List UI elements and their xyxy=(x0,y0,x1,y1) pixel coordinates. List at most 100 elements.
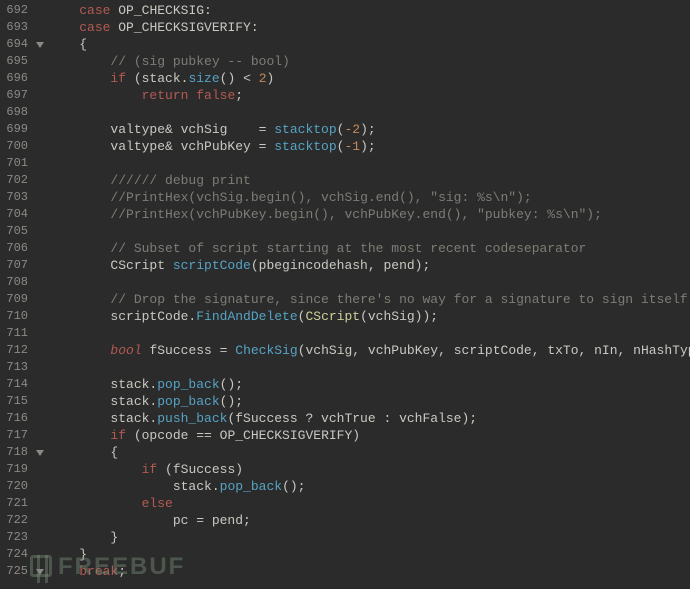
fold-cell[interactable] xyxy=(32,444,48,461)
code-line[interactable]: { xyxy=(48,444,690,461)
code-line[interactable]: break; xyxy=(48,563,690,580)
code-line[interactable]: else xyxy=(48,495,690,512)
line-number: 710 xyxy=(0,308,32,325)
code-line[interactable]: //PrintHex(vchPubKey.begin(), vchPubKey.… xyxy=(48,206,690,223)
fold-cell xyxy=(32,257,48,274)
code-line[interactable] xyxy=(48,223,690,240)
code-line[interactable]: return false; xyxy=(48,87,690,104)
code-line[interactable]: stack.pop_back(); xyxy=(48,376,690,393)
fold-cell xyxy=(32,70,48,87)
line-number: 707 xyxy=(0,257,32,274)
code-line[interactable]: CScript scriptCode(pbegincodehash, pend)… xyxy=(48,257,690,274)
code-line[interactable]: // Drop the signature, since there's no … xyxy=(48,291,690,308)
code-line[interactable]: if (stack.size() < 2) xyxy=(48,70,690,87)
fold-cell xyxy=(32,274,48,291)
line-number: 695 xyxy=(0,53,32,70)
code-line[interactable]: ////// debug print xyxy=(48,172,690,189)
code-line[interactable]: // (sig pubkey -- bool) xyxy=(48,53,690,70)
fold-cell xyxy=(32,223,48,240)
line-number: 704 xyxy=(0,206,32,223)
fold-cell xyxy=(32,189,48,206)
fold-cell xyxy=(32,512,48,529)
code-line[interactable]: pc = pend; xyxy=(48,512,690,529)
code-line[interactable]: // Subset of script starting at the most… xyxy=(48,240,690,257)
line-number: 708 xyxy=(0,274,32,291)
fold-down-icon[interactable] xyxy=(36,42,44,48)
line-number: 715 xyxy=(0,393,32,410)
code-line[interactable]: bool fSuccess = CheckSig(vchSig, vchPubK… xyxy=(48,342,690,359)
line-number: 692 xyxy=(0,2,32,19)
code-line[interactable] xyxy=(48,155,690,172)
line-number: 712 xyxy=(0,342,32,359)
fold-cell xyxy=(32,478,48,495)
line-number: 694 xyxy=(0,36,32,53)
line-number: 693 xyxy=(0,19,32,36)
code-line[interactable]: { xyxy=(48,36,690,53)
code-line[interactable]: case OP_CHECKSIG: xyxy=(48,2,690,19)
line-number: 717 xyxy=(0,427,32,444)
fold-cell xyxy=(32,546,48,563)
fold-cell xyxy=(32,359,48,376)
line-number: 701 xyxy=(0,155,32,172)
code-line[interactable] xyxy=(48,104,690,121)
fold-cell xyxy=(32,121,48,138)
line-number: 709 xyxy=(0,291,32,308)
code-line[interactable]: stack.pop_back(); xyxy=(48,393,690,410)
code-line[interactable]: if (opcode == OP_CHECKSIGVERIFY) xyxy=(48,427,690,444)
fold-cell xyxy=(32,155,48,172)
line-number: 702 xyxy=(0,172,32,189)
fold-cell xyxy=(32,138,48,155)
line-number: 716 xyxy=(0,410,32,427)
fold-column[interactable] xyxy=(32,0,48,580)
fold-cell xyxy=(32,393,48,410)
line-number: 711 xyxy=(0,325,32,342)
line-number: 697 xyxy=(0,87,32,104)
line-number: 719 xyxy=(0,461,32,478)
code-line[interactable]: //PrintHex(vchSig.begin(), vchSig.end(),… xyxy=(48,189,690,206)
line-number: 721 xyxy=(0,495,32,512)
fold-cell[interactable] xyxy=(32,563,48,580)
line-number: 698 xyxy=(0,104,32,121)
fold-cell xyxy=(32,342,48,359)
code-editor[interactable]: 6926936946956966976986997007017027037047… xyxy=(0,0,690,580)
fold-cell xyxy=(32,410,48,427)
line-number-gutter: 6926936946956966976986997007017027037047… xyxy=(0,0,32,580)
fold-cell xyxy=(32,206,48,223)
fold-down-icon[interactable] xyxy=(36,569,44,575)
fold-cell xyxy=(32,291,48,308)
fold-cell xyxy=(32,19,48,36)
fold-cell xyxy=(32,2,48,19)
line-number: 705 xyxy=(0,223,32,240)
code-line[interactable]: } xyxy=(48,546,690,563)
code-area[interactable]: case OP_CHECKSIG: case OP_CHECKSIGVERIFY… xyxy=(48,0,690,580)
line-number: 699 xyxy=(0,121,32,138)
code-line[interactable] xyxy=(48,325,690,342)
fold-cell xyxy=(32,461,48,478)
fold-cell xyxy=(32,87,48,104)
code-line[interactable] xyxy=(48,359,690,376)
line-number: 723 xyxy=(0,529,32,546)
code-line[interactable]: stack.push_back(fSuccess ? vchTrue : vch… xyxy=(48,410,690,427)
fold-cell xyxy=(32,495,48,512)
line-number: 713 xyxy=(0,359,32,376)
line-number: 722 xyxy=(0,512,32,529)
code-line[interactable]: if (fSuccess) xyxy=(48,461,690,478)
code-line[interactable]: } xyxy=(48,529,690,546)
code-line[interactable]: scriptCode.FindAndDelete(CScript(vchSig)… xyxy=(48,308,690,325)
line-number: 724 xyxy=(0,546,32,563)
fold-cell xyxy=(32,240,48,257)
fold-cell xyxy=(32,104,48,121)
line-number: 703 xyxy=(0,189,32,206)
fold-down-icon[interactable] xyxy=(36,450,44,456)
line-number: 718 xyxy=(0,444,32,461)
fold-cell xyxy=(32,325,48,342)
line-number: 714 xyxy=(0,376,32,393)
fold-cell[interactable] xyxy=(32,36,48,53)
line-number: 696 xyxy=(0,70,32,87)
code-line[interactable]: stack.pop_back(); xyxy=(48,478,690,495)
code-line[interactable]: case OP_CHECKSIGVERIFY: xyxy=(48,19,690,36)
fold-cell xyxy=(32,427,48,444)
code-line[interactable] xyxy=(48,274,690,291)
code-line[interactable]: valtype& vchPubKey = stacktop(-1); xyxy=(48,138,690,155)
code-line[interactable]: valtype& vchSig = stacktop(-2); xyxy=(48,121,690,138)
